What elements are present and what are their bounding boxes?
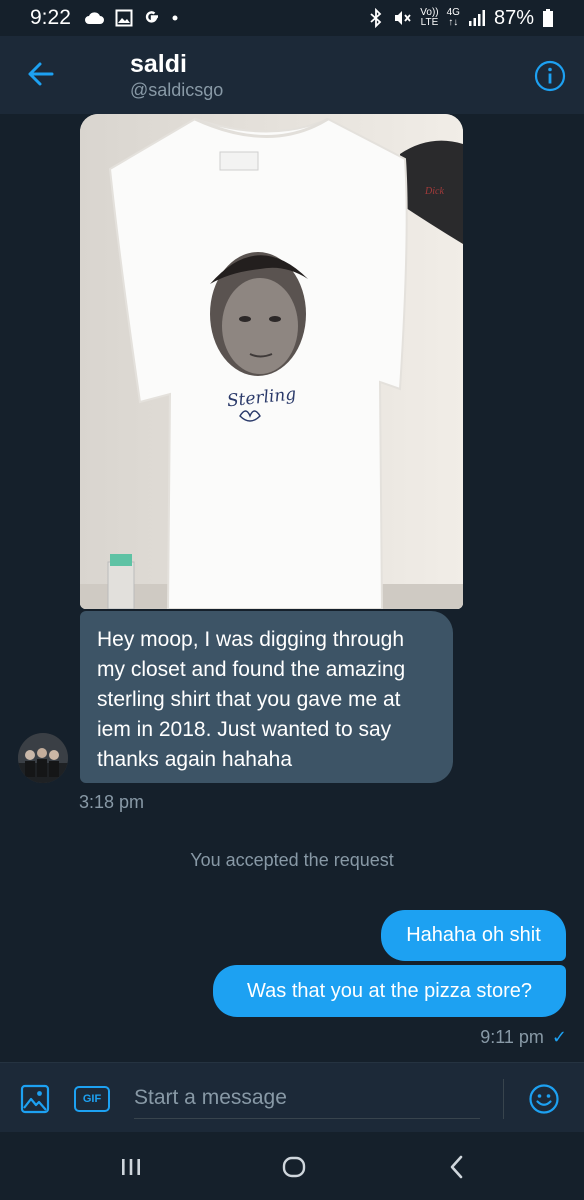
- recent-apps-icon[interactable]: [116, 1152, 146, 1182]
- avatar-image: [18, 733, 68, 783]
- cloud-icon: [84, 12, 104, 24]
- composer-divider: [503, 1079, 504, 1119]
- read-check-icon: ✓: [551, 1027, 567, 1047]
- notification-icons: [83, 9, 179, 27]
- system-navigation-bar: [0, 1132, 584, 1200]
- battery-percent: 87%: [493, 6, 534, 29]
- network-indicator: 4G ↑↓: [447, 8, 460, 28]
- outgoing-message-bubble[interactable]: Was that you at the pizza store?: [213, 965, 566, 1017]
- incoming-timestamp: 3:18 pm: [79, 792, 145, 812]
- photo-icon[interactable]: [20, 1084, 50, 1114]
- volte-indicator: Vo)) LTE: [420, 8, 438, 28]
- svg-text:Dick: Dick: [424, 186, 444, 197]
- tshirt-photo: Dick Sterling: [80, 114, 463, 609]
- home-icon[interactable]: [279, 1152, 309, 1182]
- google-icon: [145, 11, 158, 23]
- emoji-icon[interactable]: [528, 1083, 560, 1115]
- conversation-handle: @saldicsgo: [130, 80, 224, 100]
- conversation-name[interactable]: saldi: [130, 50, 187, 79]
- back-nav-icon[interactable]: [442, 1152, 472, 1182]
- message-composer: GIF: [0, 1062, 584, 1132]
- back-arrow-icon[interactable]: [22, 56, 58, 92]
- gif-button[interactable]: GIF: [74, 1086, 110, 1112]
- message-input[interactable]: [134, 1077, 480, 1119]
- dot-icon: [172, 15, 178, 21]
- info-icon[interactable]: [534, 60, 566, 92]
- outgoing-timestamp: 9:11 pm: [480, 1027, 544, 1047]
- outgoing-timestamp-row: 9:11 pm ✓: [480, 1027, 567, 1048]
- status-time: 9:22: [30, 6, 71, 29]
- network-arrows: ↑↓: [448, 17, 459, 28]
- request-accepted-notice: You accepted the request: [190, 850, 394, 870]
- system-indicators: Vo)) LTE 4G ↑↓ 87%: [368, 7, 554, 30]
- bluetooth-icon: [370, 8, 382, 28]
- outgoing-message-text: Hahaha oh shit: [406, 924, 541, 946]
- incoming-message-bubble[interactable]: Hey moop, I was digging through my close…: [80, 611, 453, 783]
- avatar[interactable]: [18, 733, 68, 783]
- image-icon: [115, 9, 133, 27]
- signal-icon: [468, 10, 485, 26]
- message-photo[interactable]: Dick Sterling: [80, 114, 463, 609]
- outgoing-message-text: Was that you at the pizza store?: [247, 980, 532, 1002]
- incoming-message-text: Hey moop, I was digging through my close…: [97, 628, 406, 771]
- mute-icon: [395, 11, 411, 25]
- status-bar: 9:22 Vo)) LTE 4G ↑↓ 87%: [0, 0, 584, 36]
- outgoing-message-bubble[interactable]: Hahaha oh shit: [381, 910, 566, 961]
- battery-icon: [543, 9, 553, 27]
- conversation-header: saldi @saldicsgo: [0, 36, 584, 114]
- volte-bottom: LTE: [420, 17, 439, 28]
